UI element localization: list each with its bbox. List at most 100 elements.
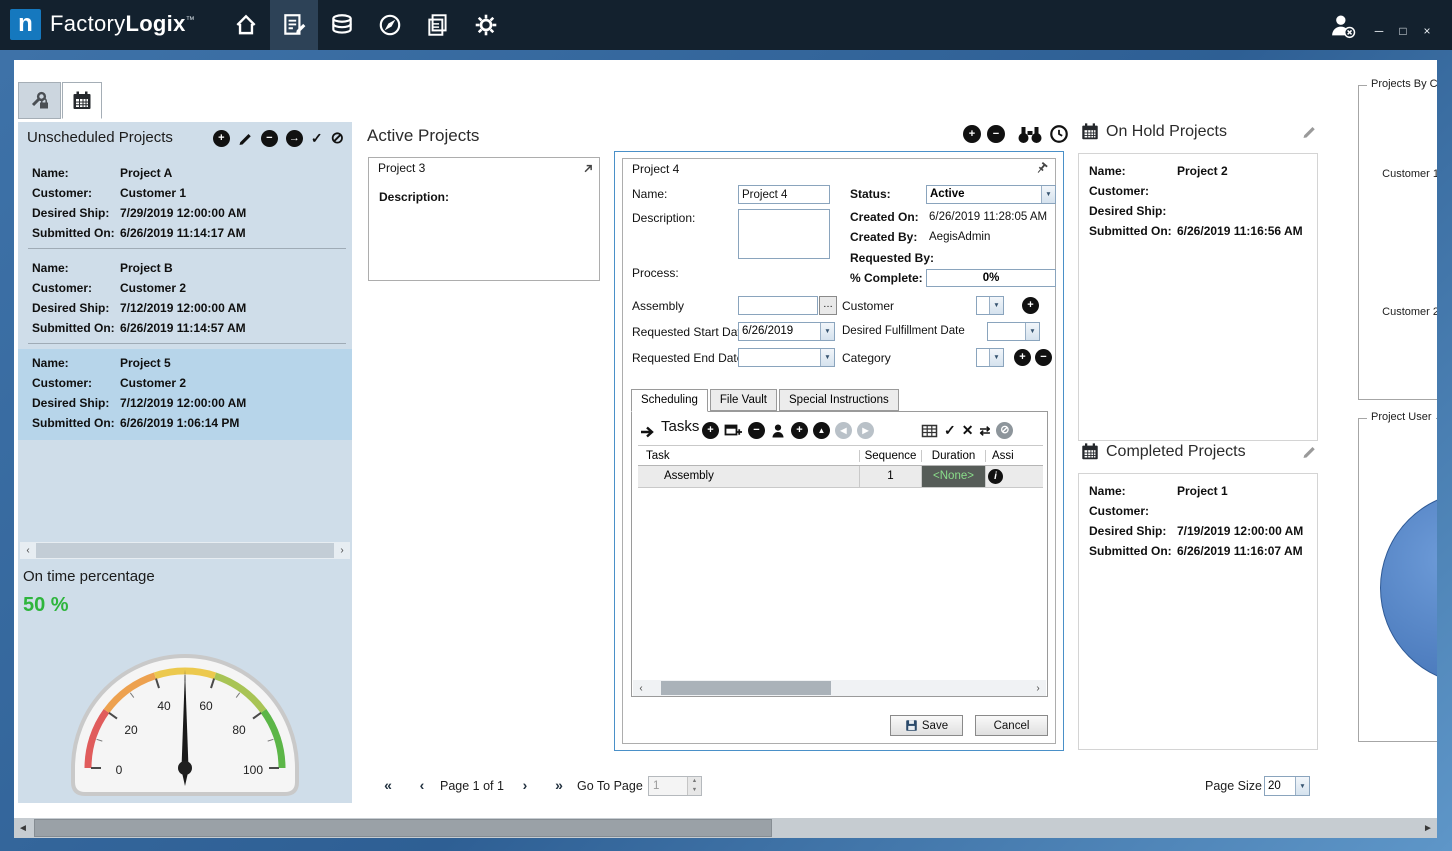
chevron-down-icon[interactable]: ▼ xyxy=(989,349,1003,366)
save-button[interactable]: Save xyxy=(890,715,963,736)
goto-page-input[interactable]: ▲▼ xyxy=(648,776,702,796)
remove-task-icon[interactable]: − xyxy=(748,422,765,439)
scrollbar-track[interactable] xyxy=(649,680,1030,696)
edit-onhold-icon[interactable] xyxy=(1302,124,1317,139)
spin-up-icon[interactable]: ▲ xyxy=(692,778,697,784)
tab-scheduling[interactable]: Scheduling xyxy=(631,389,708,412)
add-child-task-icon[interactable]: + xyxy=(791,422,808,439)
scroll-right-icon[interactable]: › xyxy=(1030,683,1046,694)
onhold-project-row[interactable]: Name:Project 2 Customer: Desired Ship: S… xyxy=(1079,154,1317,241)
remove-active-project-icon[interactable]: − xyxy=(987,125,1005,143)
scrollbar-track[interactable] xyxy=(36,542,334,559)
clock-icon[interactable] xyxy=(1049,124,1069,144)
nav-materials-button[interactable] xyxy=(318,0,366,50)
previous-page-button[interactable]: ‹ xyxy=(412,776,432,796)
accept-project-icon[interactable]: ✓ xyxy=(311,130,323,147)
assembly-browse-button[interactable]: … xyxy=(819,296,837,315)
scroll-left-icon[interactable]: ◄ xyxy=(14,823,32,834)
reorder-tasks-icon[interactable]: ⇄ xyxy=(979,422,990,439)
spin-down-icon[interactable]: ▼ xyxy=(692,787,697,793)
scrollbar-thumb[interactable] xyxy=(661,681,831,695)
block-project-icon[interactable]: ⊘ xyxy=(331,130,344,147)
chevron-down-icon[interactable]: ▼ xyxy=(820,323,834,340)
column-header-task[interactable]: Task xyxy=(638,450,860,462)
category-select[interactable]: ▼ xyxy=(976,348,1004,367)
nav-home-button[interactable] xyxy=(222,0,270,50)
project3-card[interactable]: Project 3 Description: xyxy=(368,157,600,281)
cancel-tasks-icon[interactable]: ✕ xyxy=(962,422,974,439)
move-task-up-icon[interactable]: ▲ xyxy=(813,422,830,439)
tab-tools[interactable] xyxy=(18,82,61,119)
status-select[interactable]: Active ▼ xyxy=(926,185,1056,204)
description-textarea[interactable] xyxy=(738,209,830,259)
window-maximize-button[interactable]: □ xyxy=(1392,22,1414,40)
column-header-duration[interactable]: Duration xyxy=(922,450,986,462)
add-customer-icon[interactable]: + xyxy=(1022,297,1039,314)
binoculars-icon[interactable] xyxy=(1017,124,1043,144)
scrollbar-track[interactable] xyxy=(32,818,1419,838)
accept-tasks-icon[interactable]: ✓ xyxy=(944,422,956,439)
chevron-down-icon[interactable]: ▼ xyxy=(1025,323,1039,340)
goto-page-value[interactable] xyxy=(649,777,687,795)
column-header-assigned[interactable]: Assi xyxy=(986,450,1043,462)
bottom-horizontal-scrollbar[interactable]: ◄ ► xyxy=(14,818,1437,838)
last-page-button[interactable]: » xyxy=(549,776,569,796)
chevron-down-icon[interactable]: ▼ xyxy=(820,349,834,366)
expand-card-icon[interactable] xyxy=(581,162,594,175)
nav-tracking-button[interactable] xyxy=(366,0,414,50)
unscheduled-project-row-selected[interactable]: Name:Project 5 Customer:Customer 2 Desir… xyxy=(18,349,352,440)
chevron-down-icon[interactable]: ▼ xyxy=(1041,186,1055,203)
scrollbar-thumb[interactable] xyxy=(34,819,772,837)
edit-completed-icon[interactable] xyxy=(1302,444,1317,459)
spinner-buttons[interactable]: ▲▼ xyxy=(687,777,701,795)
move-task-left-icon[interactable]: ◀ xyxy=(835,422,852,439)
column-header-sequence[interactable]: Sequence xyxy=(860,450,922,462)
scroll-right-icon[interactable]: › xyxy=(334,545,350,556)
requested-end-select[interactable]: ▼ xyxy=(738,348,835,367)
pin-card-icon[interactable] xyxy=(1034,161,1049,176)
add-task-icon[interactable]: + xyxy=(702,422,719,439)
tasks-horizontal-scrollbar[interactable]: ‹ › xyxy=(633,680,1046,696)
grid-columns-icon[interactable] xyxy=(921,423,938,439)
remove-project-icon[interactable]: − xyxy=(261,130,278,147)
nav-settings-button[interactable] xyxy=(462,0,510,50)
completed-project-row[interactable]: Name:Project 1 Customer: Desired Ship:7/… xyxy=(1079,474,1317,561)
move-task-right-icon[interactable]: ▶ xyxy=(857,422,874,439)
scrollbar-thumb[interactable] xyxy=(36,543,334,558)
unscheduled-horizontal-scrollbar[interactable]: ‹ › xyxy=(20,542,350,559)
info-icon[interactable]: i xyxy=(988,469,1003,484)
add-category-icon[interactable]: + xyxy=(1014,349,1031,366)
next-page-button[interactable]: › xyxy=(515,776,535,796)
cancel-button[interactable]: Cancel xyxy=(975,715,1048,736)
tab-special-instructions[interactable]: Special Instructions xyxy=(779,389,899,411)
edit-project-icon[interactable] xyxy=(238,131,253,146)
page-size-select[interactable]: 20 ▼ xyxy=(1264,776,1310,796)
first-page-button[interactable]: « xyxy=(378,776,398,796)
customer-select[interactable]: ▼ xyxy=(976,296,1004,315)
scroll-right-icon[interactable]: ► xyxy=(1419,823,1437,834)
scroll-left-icon[interactable]: ‹ xyxy=(633,683,649,694)
insert-task-icon[interactable] xyxy=(724,422,743,439)
desired-fulfillment-select[interactable]: ▼ xyxy=(987,322,1040,341)
nav-documents-button[interactable] xyxy=(414,0,462,50)
add-active-project-icon[interactable]: + xyxy=(963,125,981,143)
unscheduled-project-row[interactable]: Name:Project B Customer:Customer 2 Desir… xyxy=(18,254,352,339)
activate-project-icon[interactable]: → xyxy=(286,130,303,147)
window-minimize-button[interactable]: ─ xyxy=(1368,22,1390,40)
chevron-down-icon[interactable]: ▼ xyxy=(1295,777,1309,795)
chevron-down-icon[interactable]: ▼ xyxy=(989,297,1003,314)
assembly-input[interactable] xyxy=(738,296,818,315)
unscheduled-project-row[interactable]: Name:Project A Customer:Customer 1 Desir… xyxy=(18,159,352,244)
block-tasks-icon[interactable]: ⊘ xyxy=(996,422,1013,439)
assign-user-icon[interactable] xyxy=(770,423,786,439)
user-logoff-button[interactable] xyxy=(1328,12,1356,40)
scroll-left-icon[interactable]: ‹ xyxy=(20,545,36,556)
name-input[interactable] xyxy=(738,185,830,204)
requested-start-select[interactable]: 6/26/2019 ▼ xyxy=(738,322,835,341)
tab-schedule[interactable] xyxy=(62,82,102,119)
add-project-icon[interactable]: + xyxy=(213,130,230,147)
task-row[interactable]: Assembly 1 <None> i xyxy=(638,466,1043,488)
window-close-button[interactable]: × xyxy=(1416,22,1438,40)
remove-category-icon[interactable]: − xyxy=(1035,349,1052,366)
nav-planning-button[interactable] xyxy=(270,0,318,50)
